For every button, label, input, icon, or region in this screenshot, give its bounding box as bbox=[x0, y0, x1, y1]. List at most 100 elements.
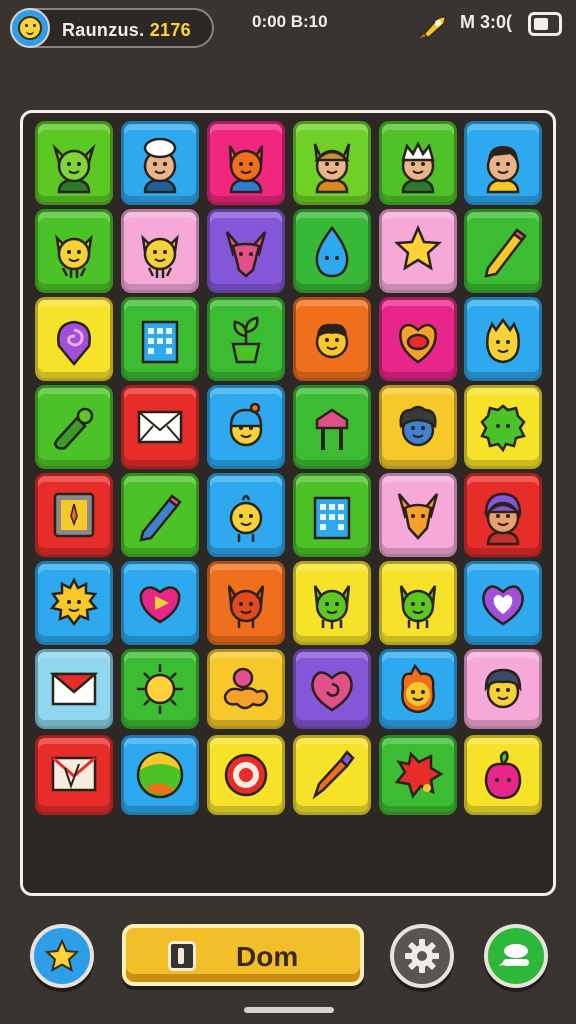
orange-fox-tile[interactable] bbox=[379, 473, 457, 557]
ball-tile[interactable] bbox=[121, 735, 199, 815]
flameface-icon bbox=[401, 663, 435, 714]
pencil-icon bbox=[484, 228, 527, 278]
rocket-icon bbox=[420, 14, 448, 40]
green-cat-2-tile[interactable] bbox=[379, 561, 457, 645]
chick-face-tile[interactable] bbox=[207, 473, 285, 557]
chef-avatar-tile[interactable] bbox=[121, 121, 199, 205]
redcat-icon bbox=[227, 585, 265, 628]
red-cat-tile[interactable] bbox=[207, 561, 285, 645]
greencat-icon bbox=[313, 585, 351, 629]
beanie-face-tile[interactable] bbox=[207, 385, 285, 469]
player-avatar[interactable] bbox=[10, 8, 50, 48]
orange-cat-avatar-tile[interactable] bbox=[207, 121, 285, 205]
green-blob-tile[interactable] bbox=[464, 385, 542, 469]
beanie-icon bbox=[229, 402, 263, 447]
home-indicator bbox=[244, 1007, 334, 1013]
fox-icon bbox=[225, 231, 267, 278]
viking-avatar-tile[interactable] bbox=[293, 121, 371, 205]
blue-drop-tile[interactable] bbox=[293, 209, 371, 293]
whitehair-icon bbox=[401, 141, 435, 194]
pencil-tile[interactable] bbox=[464, 209, 542, 293]
gear-icon bbox=[405, 939, 439, 973]
heartbubble-icon bbox=[139, 586, 181, 624]
curly-hair-face-tile[interactable] bbox=[379, 385, 457, 469]
chat-icon bbox=[499, 944, 529, 966]
status-timer: 0:00 B:10 bbox=[252, 12, 328, 31]
frame-icon bbox=[53, 492, 95, 538]
round-face-tile[interactable] bbox=[464, 297, 542, 381]
player-name: Raunzus. bbox=[62, 20, 145, 40]
sign-icon bbox=[315, 408, 349, 450]
pink-cat-tile[interactable] bbox=[121, 209, 199, 293]
status-bar: Raunzus. 2176 0:00 B:10 M 3:0( bbox=[0, 0, 576, 56]
heartface-icon bbox=[399, 323, 437, 364]
heart-bubble-tile[interactable] bbox=[121, 561, 199, 645]
heart-swirl-tile[interactable] bbox=[293, 649, 371, 729]
building-icon bbox=[141, 320, 179, 364]
blue-hair-face-tile[interactable] bbox=[464, 649, 542, 729]
ball-icon bbox=[136, 751, 184, 799]
green-cat-tile[interactable] bbox=[293, 561, 371, 645]
goblin-icon bbox=[52, 143, 96, 194]
greenblob-icon bbox=[480, 404, 526, 453]
chick-icon bbox=[229, 494, 263, 542]
pink-fruit-tile[interactable] bbox=[464, 735, 542, 815]
purple-fox-tile[interactable] bbox=[207, 209, 285, 293]
grumpy-face-tile[interactable] bbox=[293, 297, 371, 381]
star-icon bbox=[44, 938, 80, 973]
settings-button[interactable] bbox=[390, 924, 454, 988]
roundface-icon bbox=[486, 317, 520, 364]
plant-pot-tile[interactable] bbox=[207, 297, 285, 381]
sunface-icon bbox=[49, 577, 99, 627]
picture-frame-tile[interactable] bbox=[35, 473, 113, 557]
red-splat-tile[interactable] bbox=[379, 735, 457, 815]
brush-icon bbox=[312, 750, 355, 800]
plant-icon bbox=[231, 316, 261, 364]
yellowcat-icon bbox=[141, 234, 179, 278]
main-action-button[interactable]: Dom bbox=[122, 924, 364, 986]
letter-tile[interactable] bbox=[35, 735, 113, 815]
yellowcat-icon bbox=[55, 234, 93, 278]
boy-icon bbox=[486, 146, 520, 194]
player-profile[interactable]: Raunzus. 2176 bbox=[10, 8, 214, 48]
curly-icon bbox=[399, 405, 437, 447]
drop-icon bbox=[315, 225, 349, 278]
green-bottle-tile[interactable] bbox=[35, 385, 113, 469]
pause-icon bbox=[168, 941, 196, 971]
purple-heart-tile[interactable] bbox=[464, 561, 542, 645]
green-goblin-avatar-tile[interactable] bbox=[35, 121, 113, 205]
viking-icon bbox=[313, 143, 351, 194]
letter-icon bbox=[51, 756, 97, 792]
orangefox-icon bbox=[397, 493, 439, 540]
balloon-tile[interactable] bbox=[207, 649, 285, 729]
target-tile[interactable] bbox=[207, 735, 285, 815]
purpleheart-icon bbox=[482, 585, 524, 626]
star-button[interactable] bbox=[30, 924, 94, 988]
sun-face-tile[interactable] bbox=[35, 561, 113, 645]
heartswirl-icon bbox=[311, 671, 353, 712]
grumpy-icon bbox=[315, 323, 349, 359]
main-action-label: Dom bbox=[236, 941, 299, 972]
yellow-cat-tile[interactable] bbox=[35, 209, 113, 293]
sun-tile[interactable] bbox=[121, 649, 199, 729]
chat-button[interactable] bbox=[484, 924, 548, 988]
star-tile[interactable] bbox=[379, 209, 457, 293]
red-flame-face-tile[interactable] bbox=[379, 649, 457, 729]
dark-hair-avatar-tile[interactable] bbox=[464, 121, 542, 205]
sun-icon bbox=[137, 664, 183, 714]
hooded-icon bbox=[484, 492, 522, 546]
hooded-face-tile[interactable] bbox=[464, 473, 542, 557]
mail-icon bbox=[137, 410, 183, 444]
paintbrush-tile[interactable] bbox=[293, 735, 371, 815]
mail-tile[interactable] bbox=[121, 385, 199, 469]
blue-pencil-tile[interactable] bbox=[121, 473, 199, 557]
status-clock: M 3:0( bbox=[460, 12, 513, 32]
tower-tile[interactable] bbox=[293, 473, 371, 557]
sign-tile[interactable] bbox=[293, 385, 371, 469]
building-tile[interactable] bbox=[121, 297, 199, 381]
heart-face-tile[interactable] bbox=[379, 297, 457, 381]
white-hair-avatar-tile[interactable] bbox=[379, 121, 457, 205]
swirl-pin-tile[interactable] bbox=[35, 297, 113, 381]
red-mail-tile[interactable] bbox=[35, 649, 113, 729]
building-icon bbox=[313, 496, 351, 540]
